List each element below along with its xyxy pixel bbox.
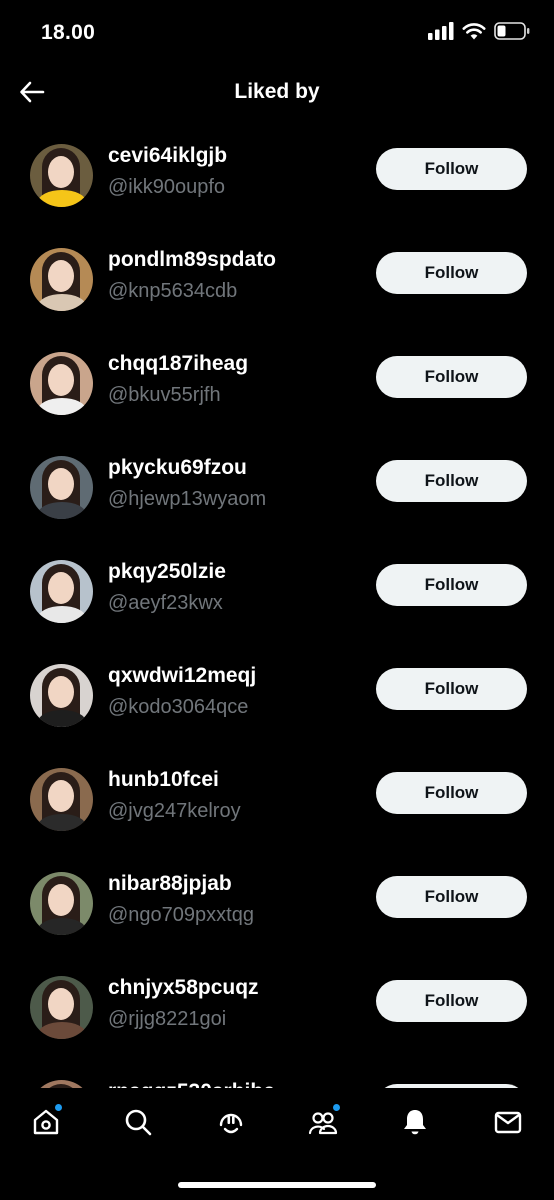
search-icon (123, 1107, 153, 1142)
bottom-nav (0, 1088, 554, 1200)
avatar[interactable] (30, 144, 93, 207)
avatar[interactable] (30, 664, 93, 727)
nav-messages[interactable] (486, 1102, 530, 1146)
signal-icon (428, 21, 454, 45)
user-display-name[interactable]: pkqy250lzie (108, 560, 226, 584)
follow-button[interactable]: Follow (376, 460, 527, 502)
avatar[interactable] (30, 872, 93, 935)
wifi-icon (462, 22, 486, 45)
user-row[interactable]: nibar88jpjab @ngo709pxxtqg Follow (0, 852, 554, 956)
user-handle: @knp5634cdb (108, 280, 238, 302)
spaces-icon (216, 1107, 246, 1142)
avatar[interactable] (30, 456, 93, 519)
home-icon (31, 1107, 61, 1142)
user-display-name[interactable]: chnjyx58pcuqz (108, 976, 259, 1000)
follow-button[interactable]: Follow (376, 356, 527, 398)
user-handle: @rjjg8221goi (108, 1008, 227, 1030)
follow-button[interactable]: Follow (376, 876, 527, 918)
follow-button[interactable]: Follow (376, 148, 527, 190)
user-handle: @jvg247kelroy (108, 800, 241, 822)
user-row[interactable]: chqq187iheag @bkuv55rjfh Follow (0, 332, 554, 436)
page-title: Liked by (234, 80, 320, 103)
nav-notifications[interactable] (393, 1102, 437, 1146)
avatar[interactable] (30, 1080, 93, 1088)
user-list: cevi64iklgjb @ikk90oupfo Follow pondlm89spd… (0, 124, 554, 1088)
user-handle: @aeyf23kwx (108, 592, 223, 614)
user-display-name[interactable]: pondlm89spdato (108, 248, 276, 272)
notifications-icon (400, 1107, 430, 1142)
header: Liked by (0, 62, 554, 124)
avatar[interactable] (30, 560, 93, 623)
user-handle: @kodo3064qce (108, 696, 249, 718)
user-display-name[interactable]: rnaggz530arhibe (108, 1080, 275, 1088)
user-handle: @ngo709pxxtqg (108, 904, 254, 926)
nav-home[interactable] (24, 1102, 68, 1146)
user-handle: @bkuv55rjfh (108, 384, 221, 406)
nav-spaces[interactable] (209, 1102, 253, 1146)
battery-icon (494, 21, 530, 45)
follow-button[interactable]: Follow (376, 564, 527, 606)
user-row[interactable]: qxwdwi12meqj @kodo3064qce Follow (0, 644, 554, 748)
user-row[interactable]: hunb10fcei @jvg247kelroy Follow (0, 748, 554, 852)
follow-button[interactable]: Follow (376, 252, 527, 294)
follow-button[interactable]: Follow (376, 980, 527, 1022)
avatar[interactable] (30, 352, 93, 415)
messages-icon (493, 1107, 523, 1142)
nav-search[interactable] (116, 1102, 160, 1146)
user-row[interactable]: pondlm89spdato @knp5634cdb Follow (0, 228, 554, 332)
nav-communities[interactable] (301, 1102, 345, 1146)
home-notification-dot (55, 1104, 62, 1111)
user-row[interactable]: chnjyx58pcuqz @rjjg8221goi Follow (0, 956, 554, 1060)
user-display-name[interactable]: pkycku69fzou (108, 456, 247, 480)
status-icons (428, 21, 530, 45)
avatar[interactable] (30, 768, 93, 831)
user-row[interactable]: cevi64iklgjb @ikk90oupfo Follow (0, 124, 554, 228)
home-indicator (178, 1182, 376, 1188)
user-handle: @hjewp13wyaom (108, 488, 267, 510)
status-time: 18.00 (41, 21, 96, 44)
user-display-name[interactable]: qxwdwi12meqj (108, 664, 256, 688)
communities-icon (307, 1107, 339, 1142)
user-row[interactable]: pkycku69fzou @hjewp13wyaom Follow (0, 436, 554, 540)
follow-button[interactable]: Follow (376, 772, 527, 814)
user-display-name[interactable]: cevi64iklgjb (108, 144, 227, 168)
avatar[interactable] (30, 248, 93, 311)
avatar[interactable] (30, 976, 93, 1039)
user-row[interactable]: pkqy250lzie @aeyf23kwx Follow (0, 540, 554, 644)
user-display-name[interactable]: nibar88jpjab (108, 872, 232, 896)
user-display-name[interactable]: chqq187iheag (108, 352, 248, 376)
status-bar: 18.00 (0, 0, 554, 62)
communities-notification-dot (333, 1104, 340, 1111)
user-handle: @ikk90oupfo (108, 176, 226, 198)
follow-button[interactable]: Follow (376, 668, 527, 710)
user-row[interactable]: rnaggz530arhibeFollow (0, 1060, 554, 1088)
user-display-name[interactable]: hunb10fcei (108, 768, 219, 792)
